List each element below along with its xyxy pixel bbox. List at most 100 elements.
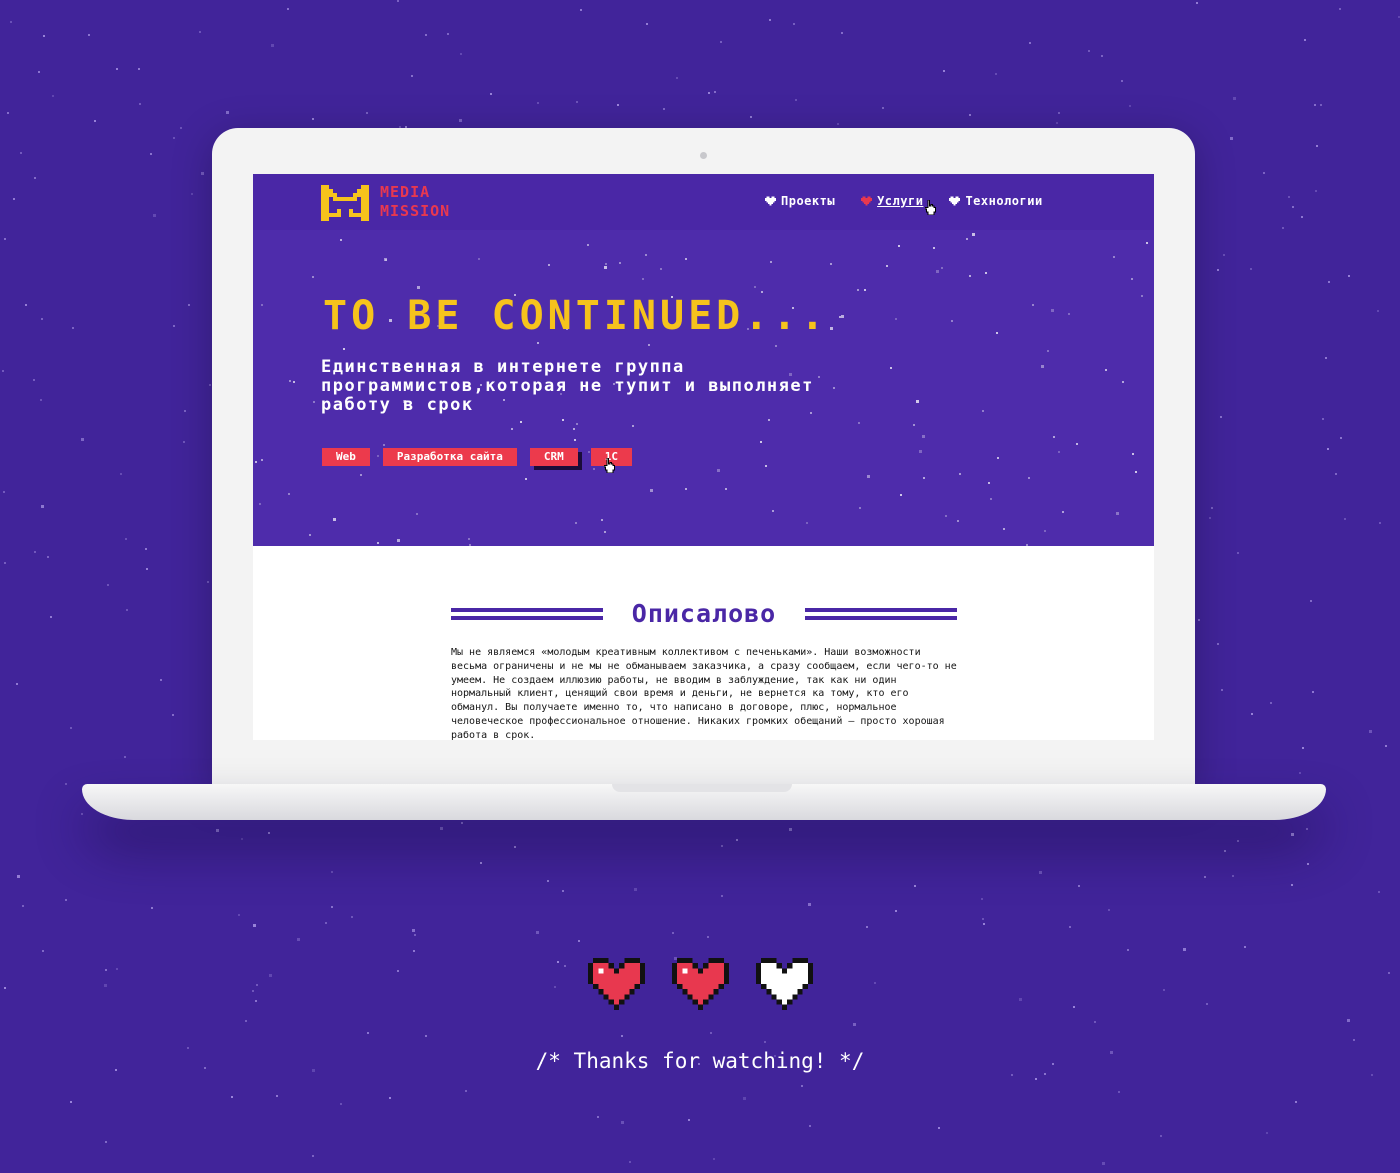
star (1047, 350, 1049, 352)
star (25, 304, 27, 306)
star (389, 1097, 391, 1099)
star (331, 871, 333, 873)
tag-site-development[interactable]: Разработка сайта (382, 448, 517, 466)
star (226, 111, 229, 114)
laptop-notch (612, 784, 792, 792)
star (645, 254, 647, 256)
star (1377, 310, 1379, 312)
star (1113, 256, 1115, 258)
star (1141, 295, 1143, 297)
star (191, 193, 193, 195)
star (104, 984, 107, 987)
star (914, 885, 916, 887)
pixel-m-cat-logo-icon[interactable] (321, 185, 369, 221)
star (469, 544, 471, 546)
star (895, 910, 897, 912)
star (1266, 1132, 1268, 1134)
star (331, 906, 333, 908)
star (414, 934, 416, 936)
star (107, 584, 109, 586)
star (578, 940, 580, 942)
star (1292, 206, 1294, 208)
star (150, 153, 152, 155)
star (16, 683, 18, 685)
star (459, 119, 462, 122)
hero-section: TO BE CONTINUED... Единственная в интерн… (253, 230, 1154, 546)
star (1263, 172, 1265, 174)
section-body-text: Мы не являемся «молодым креативным колле… (451, 647, 957, 740)
star (312, 118, 314, 120)
star (511, 428, 513, 430)
star (138, 68, 140, 70)
logo-line-2: MISSION (380, 202, 451, 220)
star (982, 918, 984, 920)
star (4, 562, 6, 564)
star (1221, 689, 1223, 691)
star (288, 493, 290, 495)
logo-text[interactable]: MEDIA MISSION (380, 183, 450, 221)
star (995, 73, 997, 75)
tag-1c[interactable]: 1C (590, 448, 632, 466)
star (1183, 948, 1186, 951)
star (1041, 365, 1044, 368)
star (1029, 42, 1031, 44)
star (1094, 1021, 1096, 1023)
star (42, 950, 44, 952)
main-nav: Проекты Услуги Технологии (765, 194, 1043, 208)
star (830, 263, 832, 265)
star (116, 968, 118, 970)
tag-web[interactable]: Web (322, 448, 370, 466)
star (721, 895, 723, 897)
star (764, 1041, 766, 1043)
star (795, 99, 797, 101)
star (4, 238, 6, 240)
star (867, 475, 870, 478)
tag-crm[interactable]: CRM (529, 448, 578, 466)
star (1132, 453, 1134, 455)
star (576, 101, 578, 103)
star (837, 123, 839, 125)
star (1116, 512, 1119, 515)
star (160, 679, 162, 681)
star (340, 1103, 342, 1105)
star (360, 474, 362, 476)
star (919, 450, 922, 453)
nav-item-services[interactable]: Услуги (861, 194, 923, 208)
star (882, 107, 884, 109)
star (252, 990, 254, 992)
star (153, 214, 156, 217)
star (580, 9, 582, 11)
star (575, 522, 577, 524)
star (41, 318, 43, 320)
star (261, 459, 263, 461)
star (621, 1035, 623, 1037)
star (959, 473, 961, 475)
star (88, 34, 90, 36)
star (548, 264, 550, 266)
star (969, 275, 971, 277)
star (1291, 884, 1293, 886)
star (801, 1085, 803, 1087)
star (951, 320, 953, 322)
star (1314, 104, 1316, 106)
nav-item-technologies[interactable]: Технологии (949, 194, 1042, 208)
star (938, 1127, 940, 1129)
nav-item-projects[interactable]: Проекты (765, 194, 835, 208)
star (966, 238, 968, 240)
star (70, 727, 72, 729)
star (13, 198, 15, 200)
star (125, 538, 127, 540)
star (188, 304, 190, 306)
star (1307, 863, 1309, 865)
star (38, 71, 40, 73)
star (1322, 418, 1324, 420)
star (997, 457, 999, 459)
star (1304, 39, 1306, 41)
star (1288, 196, 1290, 198)
star (708, 92, 710, 94)
star (525, 478, 527, 480)
star (1105, 369, 1107, 371)
star (839, 316, 841, 318)
star (1035, 1078, 1037, 1080)
star (1011, 1074, 1013, 1076)
